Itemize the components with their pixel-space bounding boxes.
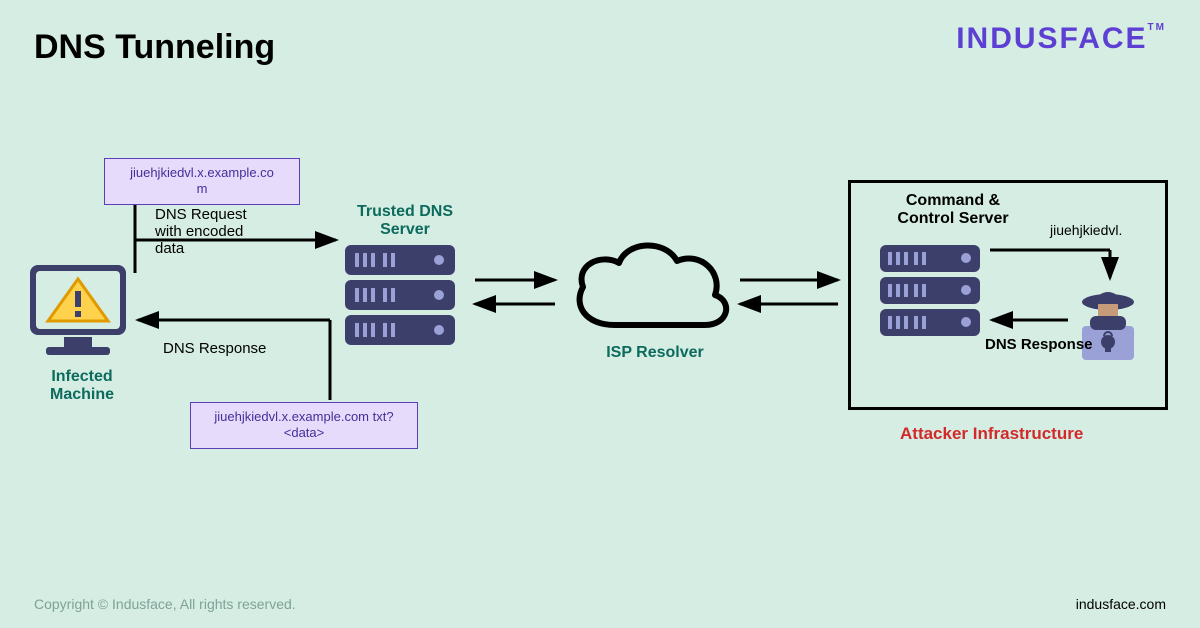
attacker-infra-label: Attacker Infrastructure [900,424,1083,444]
dns-response-right-text: DNS Response [985,336,1093,353]
footer-domain: indusface.com [1076,596,1166,612]
infected-machine-label: Infected Machine [22,368,142,404]
cc-server-label: Command & Control Server [868,192,1038,228]
dns-request-text: DNS Request with encoded data [155,206,295,257]
trusted-dns-label: Trusted DNS Server [340,203,470,239]
encoded-subdomain-text: jiuehjkiedvl. [1050,222,1122,238]
cloud-icon [580,245,727,325]
encoded-response-box: jiuehjkiedvl.x.example.com txt? <data> [190,402,418,449]
dns-server-icon [345,245,455,345]
encoded-request-box: jiuehjkiedvl.x.example.co m [104,158,300,205]
infected-machine-icon [30,265,126,355]
dns-response-left-text: DNS Response [163,340,266,357]
isp-resolver-label: ISP Resolver [595,344,715,362]
footer-copyright: Copyright © Indusface, All rights reserv… [34,596,296,612]
